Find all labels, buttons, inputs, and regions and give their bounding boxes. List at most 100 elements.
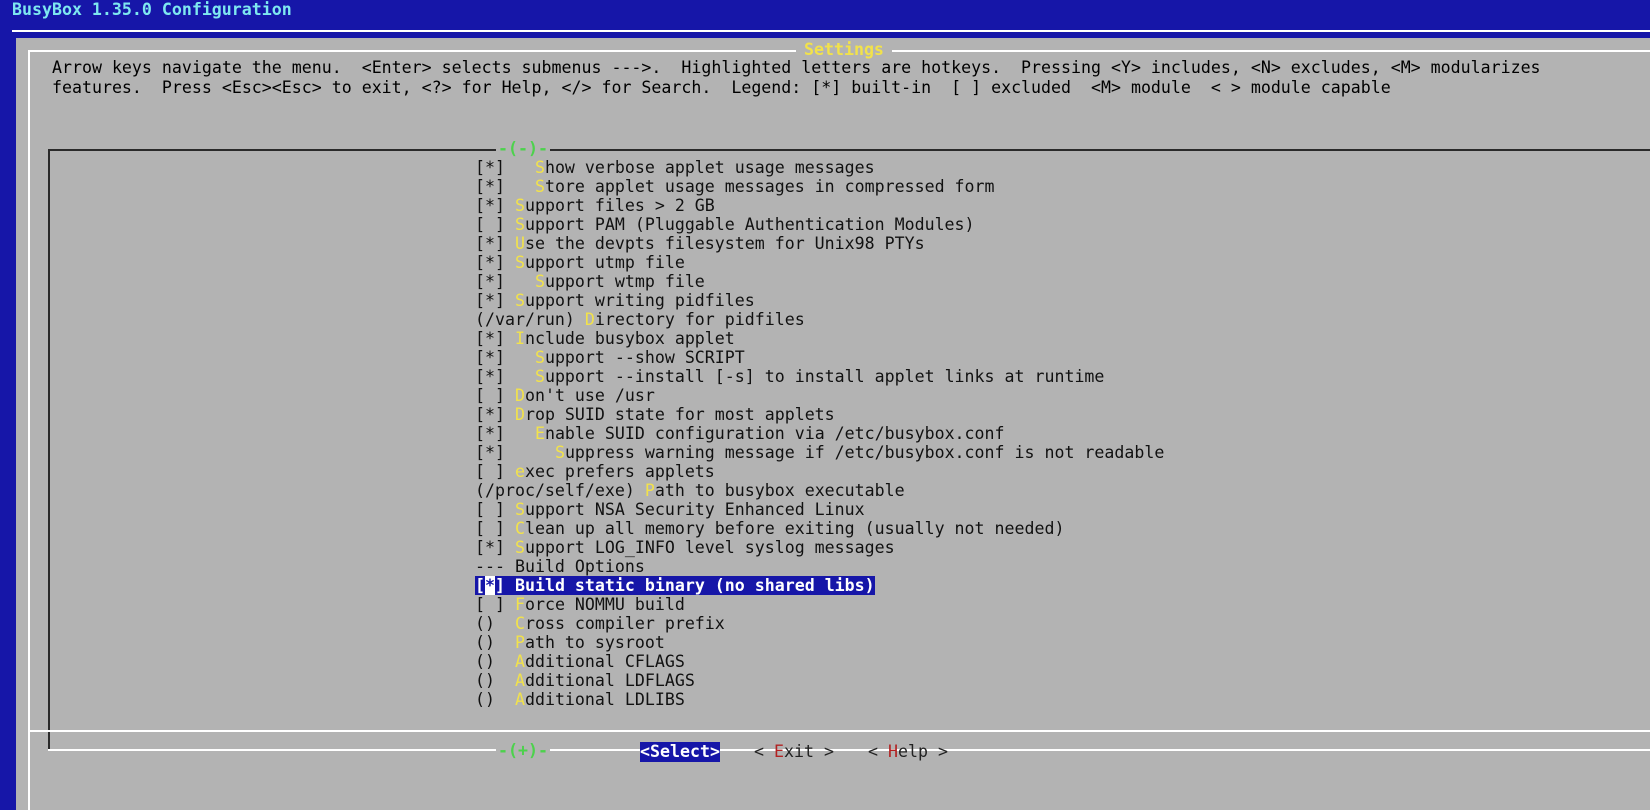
menu-item[interactable]: [ ] exec prefers applets [475,462,1164,481]
menu-item-hotkey: P [644,481,655,500]
menu-item-hotkey: S [514,196,525,215]
menu-item-prefix: [*] [475,367,535,386]
menu-item-prefix: () [475,633,515,652]
title-separator [12,30,1650,32]
selection-highlight: [*] Build static binary (no shared libs) [475,576,875,595]
menu-item-label: orce NOMMU build [524,595,685,614]
menu-item-prefix: [*] [475,424,535,443]
menu-item-prefix: () [475,690,515,709]
menu-item[interactable]: (/var/run) Directory for pidfiles [475,310,1164,329]
menu-item[interactable]: [*] Support --install [-s] to install ap… [475,367,1164,386]
menu-item-label: rop SUID state for most applets [524,405,835,424]
menu-item[interactable]: [*] Use the devpts filesystem for Unix98… [475,234,1164,253]
text-cursor: * [485,576,495,595]
button-separator [28,730,1650,732]
menu-item-prefix: [*] [475,291,515,310]
menu-item-label: upport writing pidfiles [524,291,755,310]
help-button[interactable]: < Help > [868,742,948,762]
menu-item-label: on't use /usr [524,386,655,405]
menu-item[interactable]: [*] Support writing pidfiles [475,291,1164,310]
menu-item-prefix: () [475,614,515,633]
menu-item-label: nable SUID configuration via /etc/busybo… [544,424,1005,443]
menu-item-prefix: () [475,671,515,690]
menu-item-prefix: [ ] [475,462,515,481]
menu-item-label: upport utmp file [524,253,685,272]
menu-item-hotkey: D [514,386,525,405]
menu-item[interactable]: () Additional LDLIBS [475,690,1164,709]
menu-item-prefix: (/var/run) [475,310,585,329]
menu-item-hotkey: S [514,215,525,234]
menu-item-prefix: [*] [475,348,535,367]
menu-item[interactable]: [*] Support files > 2 GB [475,196,1164,215]
menu-item-hotkey: D [584,310,595,329]
menu-item-label: nclude busybox applet [524,329,735,348]
menu-item-label: irectory for pidfiles [594,310,805,329]
help-line-2: features. Press <Esc><Esc> to exit, <?> … [52,78,1391,97]
menu-item-hotkey: C [514,614,525,633]
menu-item[interactable]: [*] Show verbose applet usage messages [475,158,1164,177]
menu-item-hotkey: S [534,177,545,196]
menu-item-hotkey: B [514,576,525,595]
menu-item[interactable]: () Additional LDFLAGS [475,671,1164,690]
menu-item-hotkey: S [514,538,525,557]
menu-item-selected[interactable]: [*] Build static binary (no shared libs) [475,576,1164,595]
menu-item[interactable]: [ ] Don't use /usr [475,386,1164,405]
menu-item[interactable]: () Cross compiler prefix [475,614,1164,633]
menu-item[interactable]: [*] Support utmp file [475,253,1164,272]
menu-item-prefix: [*] [475,329,515,348]
menu-item-hotkey: D [514,405,525,424]
menu-item-label: upport --show SCRIPT [544,348,745,367]
menu-item-hotkey: S [534,367,545,386]
menu-item-label: how verbose applet usage messages [544,158,875,177]
menu-item-hotkey: S [534,272,545,291]
menu-item[interactable]: [*] Suppress warning message if /etc/bus… [475,443,1164,462]
menu-item[interactable]: [*] Support wtmp file [475,272,1164,291]
menu-box-left-border [48,149,50,751]
exit-button[interactable]: < Exit > [754,742,834,762]
select-button[interactable]: <Select> [640,742,720,762]
menu-item-prefix: [*] [475,234,515,253]
menu-item[interactable]: [*] Include busybox applet [475,329,1164,348]
menu-item-label: ath to sysroot [524,633,665,652]
menu-item[interactable]: [*] Enable SUID configuration via /etc/b… [475,424,1164,443]
menu-item[interactable]: [*] Store applet usage messages in compr… [475,177,1164,196]
menu-item-prefix: [ ] [475,519,515,538]
menu-item[interactable]: () Additional CFLAGS [475,652,1164,671]
menu-item[interactable]: [*] Support LOG_INFO level syslog messag… [475,538,1164,557]
menu-item-prefix: --- Build Options [475,557,645,576]
menu-item-prefix: [*] [475,253,515,272]
menu-item[interactable]: () Path to sysroot [475,633,1164,652]
menu-item-prefix: () [475,652,515,671]
menu-item-prefix: [ ] [475,215,515,234]
menu-item-prefix: [*] [475,196,515,215]
dialog-title: Settings [796,40,892,60]
menu-item-prefix: [ ] [475,386,515,405]
menu-item[interactable]: [ ] Support NSA Security Enhanced Linux [475,500,1164,519]
menu-item-label: dditional LDFLAGS [524,671,695,690]
menu-item[interactable]: --- Build Options [475,557,1164,576]
menu-item-label: upport LOG_INFO level syslog messages [524,538,895,557]
window-title: BusyBox 1.35.0 Configuration [12,0,292,19]
scroll-up-indicator[interactable]: -(-)- [496,140,550,158]
menu-item-label: ross compiler prefix [524,614,725,633]
menu-item-label: uild static binary (no shared libs) [524,576,875,595]
menu-item-label: upport --install [-s] to install applet … [544,367,1105,386]
menu-item-label: lean up all memory before exiting (usual… [524,519,1065,538]
menu-item-label: tore applet usage messages in compressed… [544,177,995,196]
menu-item[interactable]: [*] Drop SUID state for most applets [475,405,1164,424]
menu-item[interactable]: [ ] Force NOMMU build [475,595,1164,614]
menu-item-hotkey: S [534,158,545,177]
menu-item[interactable]: (/proc/self/exe) Path to busybox executa… [475,481,1164,500]
menu-item-label: upport PAM (Pluggable Authentication Mod… [524,215,975,234]
menu-item-hotkey: P [514,633,525,652]
menu-box: -(-)- -(+)- [*] Show verbose applet usag… [48,140,1650,760]
menu-item-hotkey: C [514,519,525,538]
menu-item-hotkey: S [534,348,545,367]
menu-item[interactable]: [*] Support --show SCRIPT [475,348,1164,367]
menu-item-hotkey: A [514,690,525,709]
menu-item[interactable]: [ ] Clean up all memory before exiting (… [475,519,1164,538]
settings-dialog: Settings Arrow keys navigate the menu. <… [16,38,1650,810]
menu-item-hotkey: A [514,652,525,671]
menu-item[interactable]: [ ] Support PAM (Pluggable Authenticatio… [475,215,1164,234]
menu-item-hotkey: F [514,595,525,614]
